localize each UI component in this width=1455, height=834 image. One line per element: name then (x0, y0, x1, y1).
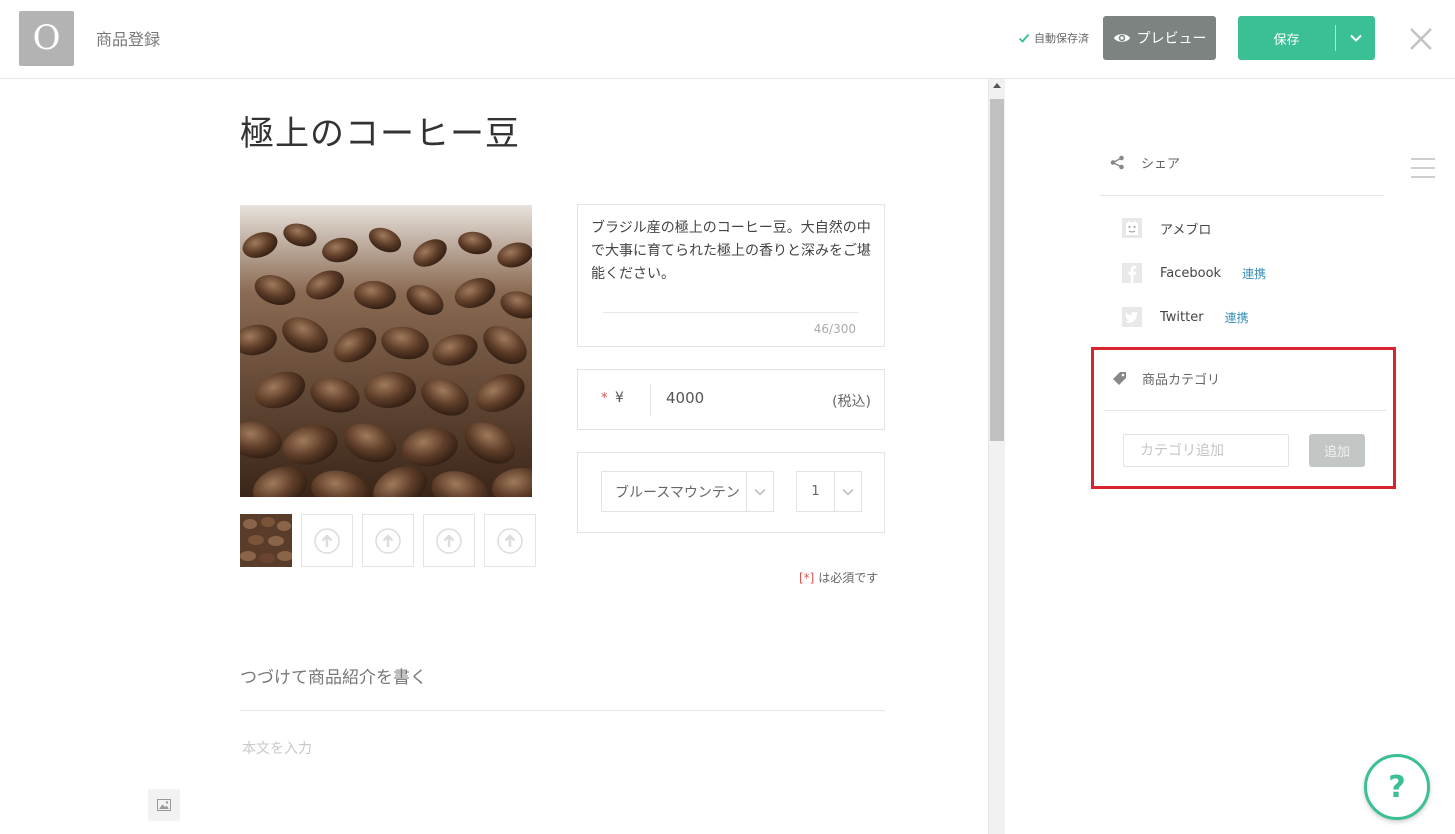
facebook-connect-link[interactable]: 連携 (1242, 265, 1266, 282)
save-button[interactable]: 保存 (1238, 29, 1335, 48)
twitter-connect-link[interactable]: 連携 (1225, 309, 1249, 326)
social-row-facebook[interactable]: Facebook 連携 (1121, 262, 1266, 284)
chevron-down-icon (1349, 34, 1362, 42)
save-options-dropdown[interactable] (1336, 30, 1375, 46)
upload-icon (497, 527, 523, 554)
upload-icon (436, 527, 462, 554)
required-note: [*] は必須です (799, 569, 878, 586)
continue-writing-divider (240, 710, 885, 711)
ameblo-icon (1122, 218, 1142, 238)
ameblo-label: アメブロ (1160, 222, 1212, 238)
continue-writing-heading: つづけて商品紹介を書く (240, 668, 427, 688)
close-icon (1410, 28, 1432, 50)
required-note-star: [*] (799, 571, 815, 585)
price-separator (650, 384, 651, 416)
thumbnail-1[interactable] (240, 514, 292, 567)
close-button[interactable] (1406, 24, 1436, 54)
quantity-select-caret[interactable] (834, 472, 861, 511)
upload-icon (314, 527, 340, 554)
twitter-label: Twitter (1160, 309, 1204, 325)
description-text[interactable]: ブラジル産の極上のコーヒー豆。大自然の中で大事に育てられた極上の香りと深みをご堪… (591, 217, 873, 286)
editor-scrollbar[interactable] (988, 79, 1005, 834)
coffee-beans-thumbnail (240, 514, 292, 567)
category-divider (1104, 410, 1386, 411)
share-section-title: シェア (1110, 153, 1180, 172)
quantity-select[interactable]: 1 (796, 471, 862, 512)
price-input[interactable]: 4000 (666, 389, 704, 407)
variant-select-caret[interactable] (746, 472, 773, 511)
thumbnail-upload-2[interactable] (301, 514, 353, 567)
save-button-group: 保存 (1238, 16, 1375, 60)
twitter-icon (1122, 307, 1142, 327)
upload-icon (375, 527, 401, 554)
top-header: O 商品登録 自動保存済 プレビュー 保存 (0, 0, 1455, 79)
scroll-thumb[interactable] (990, 99, 1004, 441)
product-title[interactable]: 極上のコーヒー豆 (240, 106, 520, 155)
category-section-title: 商品カテゴリ (1112, 369, 1220, 388)
preview-button[interactable]: プレビュー (1103, 16, 1216, 60)
thumbnail-upload-3[interactable] (362, 514, 414, 567)
price-box: * ¥ 4000 (税込) (577, 369, 885, 430)
facebook-icon (1122, 263, 1142, 283)
variant-selected-value: ブルースマウンテン (615, 484, 740, 501)
preview-label: プレビュー (1136, 30, 1207, 46)
description-char-count: 46/300 (813, 322, 856, 336)
social-row-ameblo[interactable]: アメブロ (1121, 217, 1211, 239)
tag-icon (1113, 372, 1126, 385)
share-title-label: シェア (1141, 157, 1181, 172)
image-thumbnails (240, 514, 536, 567)
share-divider (1100, 195, 1384, 196)
variant-select[interactable]: ブルースマウンテン (601, 471, 774, 512)
description-box[interactable]: ブラジル産の極上のコーヒー豆。大自然の中で大事に育てられた極上の香りと深みをご堪… (577, 204, 885, 347)
social-row-twitter[interactable]: Twitter 連携 (1121, 306, 1249, 328)
chevron-down-icon (754, 488, 766, 496)
share-icon (1110, 155, 1124, 170)
category-title-label: 商品カテゴリ (1142, 373, 1221, 388)
chevron-down-icon (842, 488, 854, 496)
currency-symbol: ¥ (615, 390, 624, 406)
hamburger-menu-icon[interactable] (1410, 157, 1436, 179)
help-button[interactable]: ? (1364, 754, 1430, 820)
product-category-panel: 商品カテゴリ 追加 (1091, 347, 1396, 489)
autosave-label: 自動保存済 (1034, 32, 1089, 45)
check-icon (1018, 33, 1030, 43)
thumbnail-upload-4[interactable] (423, 514, 475, 567)
thumbnail-upload-5[interactable] (484, 514, 536, 567)
description-divider (603, 312, 859, 313)
shop-logo[interactable]: O (19, 11, 74, 66)
coffee-beans-image (240, 205, 532, 497)
body-text-input[interactable]: 本文を入力 (242, 738, 312, 758)
add-category-button[interactable]: 追加 (1309, 434, 1365, 467)
required-note-text: は必須です (814, 571, 879, 585)
image-icon (157, 799, 171, 811)
eye-icon (1113, 34, 1130, 42)
scroll-up-arrow[interactable] (993, 83, 1001, 88)
facebook-label: Facebook (1160, 265, 1222, 281)
tax-label: (税込) (832, 394, 871, 410)
product-main-image[interactable] (240, 205, 532, 497)
category-input[interactable] (1123, 434, 1289, 467)
insert-image-button[interactable] (148, 789, 180, 821)
autosave-status: 自動保存済 (1018, 30, 1089, 46)
variant-box: ブルースマウンテン 1 (577, 452, 885, 533)
page-title: 商品登録 (96, 30, 161, 49)
required-mark: * (601, 391, 608, 406)
quantity-selected-value: 1 (811, 484, 820, 499)
